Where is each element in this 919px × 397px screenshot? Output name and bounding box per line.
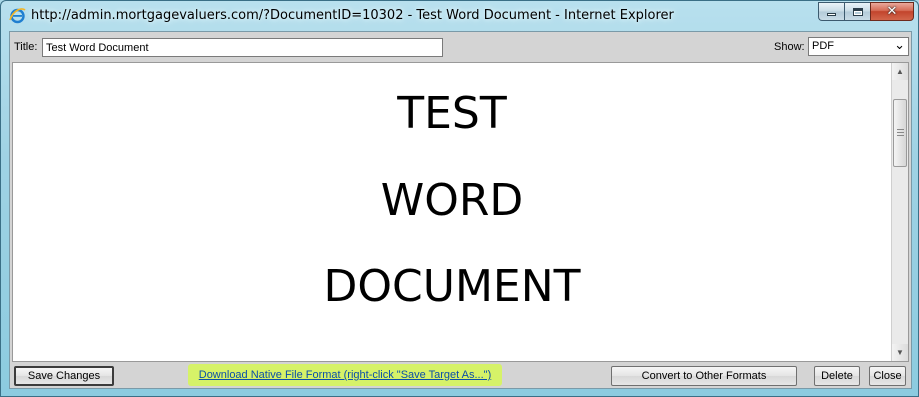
ie-icon bbox=[9, 8, 26, 24]
document-page: TEST WORD DOCUMENT bbox=[13, 63, 891, 361]
show-format-select[interactable]: PDF ⌄ bbox=[808, 37, 909, 56]
document-toolbar: Title: Show: PDF ⌄ bbox=[10, 32, 911, 62]
grip-line bbox=[897, 129, 904, 130]
save-changes-button[interactable]: Save Changes bbox=[14, 366, 114, 386]
convert-formats-button[interactable]: Convert to Other Formats bbox=[611, 366, 797, 386]
grip-line bbox=[897, 132, 904, 133]
grip-line bbox=[897, 135, 904, 136]
document-line-2: WORD bbox=[380, 175, 524, 226]
show-selected-value: PDF bbox=[812, 40, 834, 52]
document-line-1: TEST bbox=[397, 88, 507, 139]
minimize-button[interactable] bbox=[818, 2, 844, 21]
scroll-up-arrow-icon[interactable]: ▲ bbox=[892, 63, 908, 80]
action-bar: Save Changes Download Native File Format… bbox=[10, 363, 911, 388]
window-controls: ✕ bbox=[818, 2, 914, 22]
close-button[interactable]: Close bbox=[869, 366, 906, 386]
maximize-icon bbox=[852, 7, 863, 16]
vertical-scrollbar[interactable]: ▲ ▼ bbox=[891, 63, 908, 361]
title-input[interactable] bbox=[42, 38, 443, 57]
scroll-down-arrow-icon[interactable]: ▼ bbox=[892, 344, 908, 361]
show-label: Show: bbox=[774, 41, 805, 53]
maximize-button[interactable] bbox=[844, 2, 870, 21]
document-line-3: DOCUMENT bbox=[323, 261, 581, 312]
minimize-icon bbox=[827, 13, 836, 16]
document-viewer[interactable]: TEST WORD DOCUMENT ▲ ▼ bbox=[12, 62, 909, 362]
title-bar[interactable]: http://admin.mortgagevaluers.com/?Docume… bbox=[1, 1, 918, 31]
delete-button[interactable]: Delete bbox=[814, 366, 860, 386]
title-label: Title: bbox=[14, 41, 38, 53]
dialog-content: Title: Show: PDF ⌄ TEST WORD DOCUMENT ▲ bbox=[9, 31, 912, 389]
close-window-button[interactable]: ✕ bbox=[870, 2, 914, 21]
scrollbar-thumb[interactable] bbox=[893, 99, 907, 167]
browser-window: http://admin.mortgagevaluers.com/?Docume… bbox=[0, 0, 919, 397]
close-icon: ✕ bbox=[886, 4, 898, 19]
window-title: http://admin.mortgagevaluers.com/?Docume… bbox=[31, 8, 674, 23]
chevron-down-icon: ⌄ bbox=[894, 38, 905, 53]
download-native-file-link[interactable]: Download Native File Format (right-click… bbox=[188, 364, 502, 386]
